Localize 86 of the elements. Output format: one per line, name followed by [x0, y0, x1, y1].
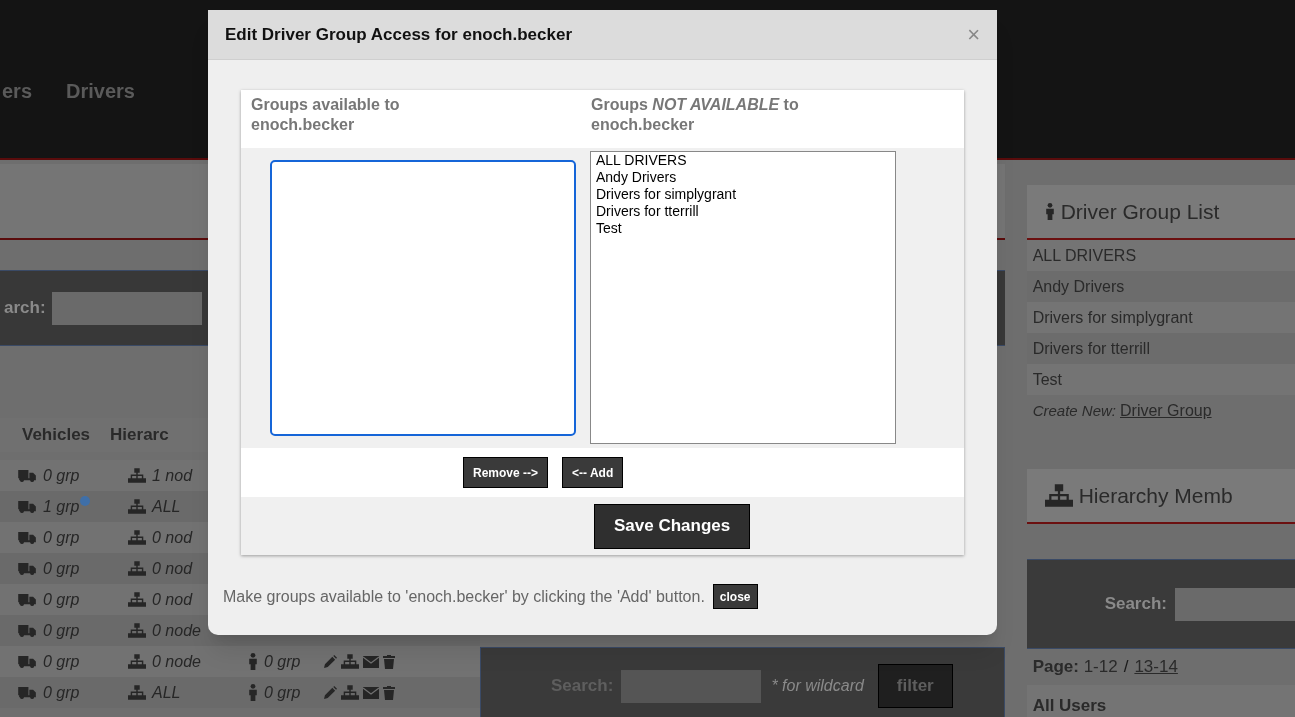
hierarchy-icon: [128, 530, 146, 545]
filter-button[interactable]: filter: [877, 664, 953, 708]
column-header: Hierarc: [110, 424, 169, 447]
truck-icon: [18, 593, 37, 606]
cell-text: ALL: [152, 496, 181, 517]
envelope-icon[interactable]: [363, 686, 379, 699]
column-heading: Groups available to enoch.becker: [251, 95, 401, 135]
save-changes-button[interactable]: Save Changes: [594, 503, 751, 549]
search-field[interactable]: [1175, 587, 1295, 621]
list-option[interactable]: Drivers for tterrill: [596, 203, 895, 220]
nav-item[interactable]: Drivers: [66, 76, 135, 106]
truck-icon: [18, 624, 37, 637]
create-label: Create New:: [1032, 400, 1116, 421]
cell-text: 1 nod: [152, 465, 193, 486]
list-item[interactable]: Drivers for tterrill: [1026, 333, 1295, 364]
cell-text: ALL: [152, 682, 181, 703]
page-info: Page: 1-12: [1032, 656, 1118, 679]
create-link[interactable]: Driver Group: [1120, 399, 1212, 423]
cell-text: 0 grp: [43, 465, 80, 486]
envelope-icon[interactable]: [363, 655, 379, 668]
search-label: Search:: [1104, 593, 1167, 616]
pencil-icon[interactable]: [324, 655, 337, 668]
panel-title: Driver Group List: [1060, 198, 1220, 225]
person-icon: [1044, 203, 1055, 220]
truck-icon: [18, 562, 37, 575]
hierarchy-icon: [128, 468, 146, 483]
hierarchy-icon: [128, 499, 146, 514]
page-link[interactable]: 13-14: [1134, 654, 1178, 680]
page-separator: /: [1123, 656, 1129, 679]
add-button[interactable]: <-- Add: [562, 457, 624, 488]
list-item[interactable]: ALL DRIVERS: [1026, 240, 1295, 271]
dialog-title: Edit Driver Group Access for enoch.becker: [225, 23, 573, 46]
list-item[interactable]: Andy Drivers: [1026, 271, 1295, 302]
truck-icon: [18, 531, 37, 544]
list-box[interactable]: [270, 160, 576, 436]
cell-text: 0 grp: [264, 651, 301, 672]
list-option[interactable]: Drivers for simplygrant: [596, 186, 895, 203]
cell-text: 0 node: [152, 651, 201, 672]
cell-text: 0 grp: [264, 682, 301, 703]
hint-text: * for wildcard: [771, 676, 864, 696]
truck-icon: [18, 655, 37, 668]
cell-text: 0 nod: [152, 527, 193, 548]
column-header: Vehicles: [22, 424, 91, 447]
cell-text: 0 grp: [43, 527, 80, 548]
person-icon: [248, 653, 258, 670]
list-item[interactable]: Test: [1026, 364, 1295, 395]
trash-icon[interactable]: [383, 654, 395, 669]
hint-text: Make groups available to 'enoch.becker' by clicking the 'Add' button.: [223, 586, 705, 607]
remove-button[interactable]: Remove -->: [463, 457, 549, 488]
trash-icon[interactable]: [383, 685, 395, 700]
nav-item[interactable]: ers: [2, 76, 33, 106]
cell-text: 0 node: [152, 620, 201, 641]
section-label: All Users: [1032, 696, 1107, 715]
hierarchy-icon: [128, 654, 146, 669]
cell-text: 0 grp: [43, 589, 80, 610]
close-button[interactable]: close: [712, 584, 758, 609]
hierarchy-icon: [1044, 484, 1073, 507]
hierarchy-icon[interactable]: [341, 654, 359, 669]
hierarchy-icon: [128, 561, 146, 576]
truck-icon: [18, 686, 37, 699]
list-option[interactable]: Andy Drivers: [596, 169, 895, 186]
search-field[interactable]: [51, 291, 202, 325]
cell-text: 0 grp: [43, 682, 80, 703]
close-button[interactable]: ×: [967, 23, 980, 46]
list-box[interactable]: ALL DRIVERS Andy Drivers Drivers for simplygrant Drivers for tterrill Test: [590, 151, 896, 444]
truck-icon: [18, 469, 37, 482]
hierarchy-icon[interactable]: [341, 685, 359, 700]
person-icon: [248, 684, 258, 701]
hierarchy-icon: [128, 623, 146, 638]
cell-text: 1 grp: [43, 496, 80, 517]
panel-title: Hierarchy Memb: [1078, 482, 1233, 509]
hierarchy-icon: [128, 685, 146, 700]
list-option[interactable]: Test: [596, 220, 895, 237]
hierarchy-icon: [128, 592, 146, 607]
cell-text: 0 nod: [152, 589, 193, 610]
cell-text: 0 nod: [152, 558, 193, 579]
pencil-icon[interactable]: [324, 686, 337, 699]
list-item[interactable]: Drivers for simplygrant: [1026, 302, 1295, 333]
search-label: arch:: [4, 297, 46, 320]
list-option[interactable]: ALL DRIVERS: [596, 152, 895, 169]
cell-text: 0 grp: [43, 651, 80, 672]
cell-text: 0 grp: [43, 620, 80, 641]
column-heading: Groups NOT AVAILABLE to enoch.becker: [591, 95, 800, 135]
cell-text: 0 grp: [43, 558, 80, 579]
truck-icon: [18, 500, 37, 513]
search-field[interactable]: [621, 669, 762, 703]
